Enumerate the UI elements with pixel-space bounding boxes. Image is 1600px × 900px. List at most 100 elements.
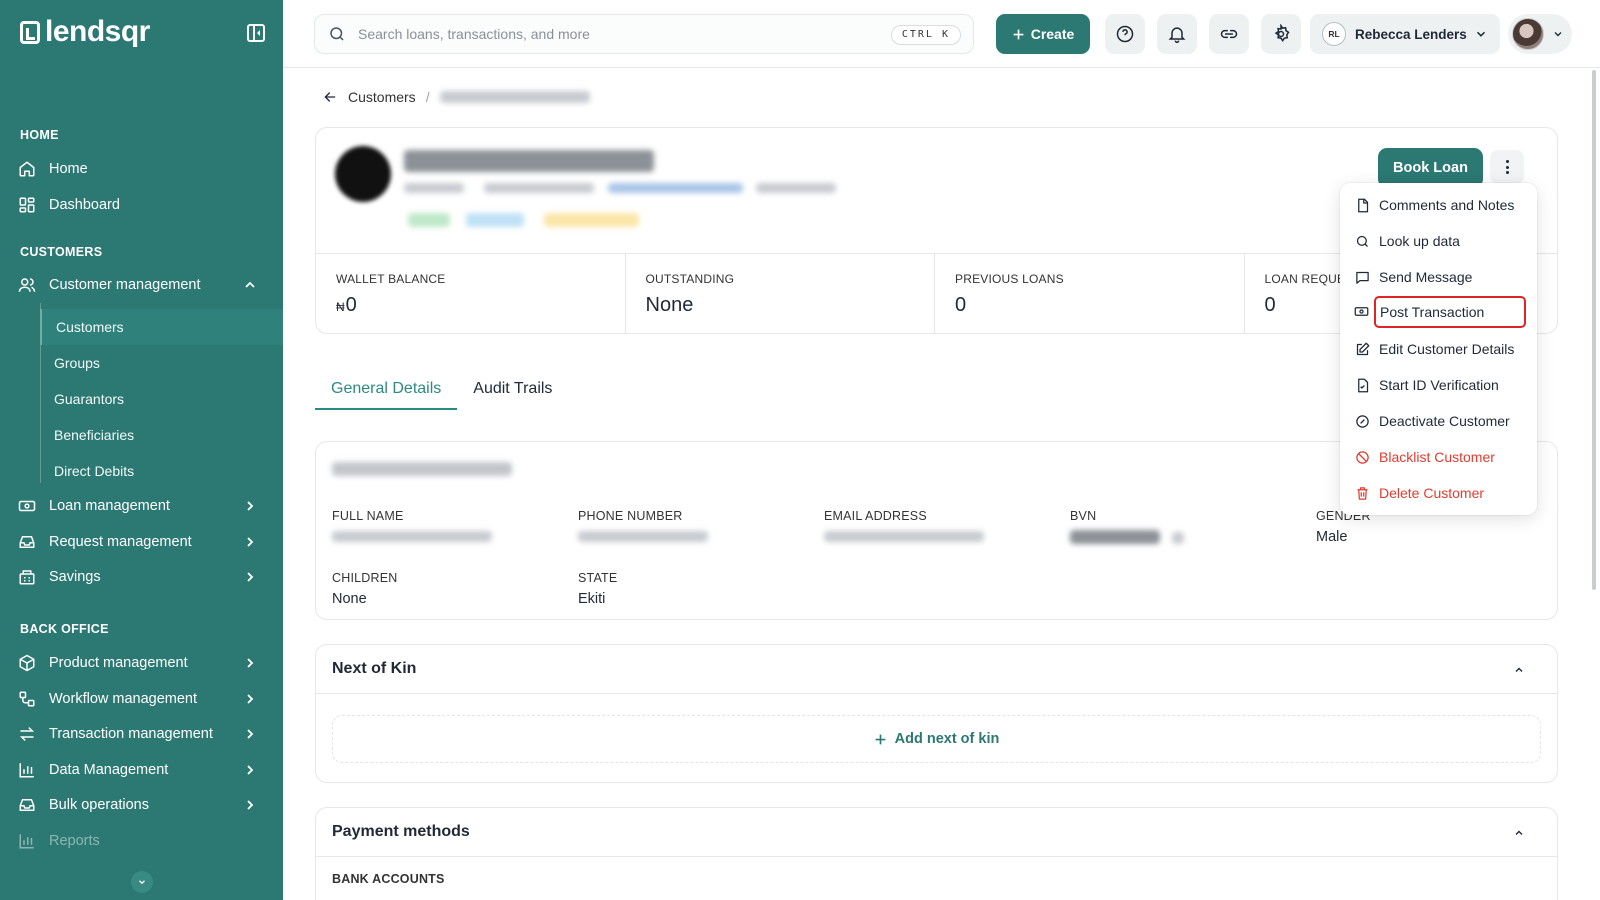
organization-switcher[interactable]: RL Rebecca Lenders: [1310, 14, 1500, 54]
sidebar-item-home[interactable]: Home: [18, 153, 268, 185]
plus-icon: [875, 734, 885, 744]
sidebar-item-data-management[interactable]: Data Management: [18, 754, 268, 786]
message-icon: [1354, 269, 1370, 285]
menu-item-post-transaction[interactable]: Post Transaction: [1374, 296, 1526, 328]
field-label: BVN: [1070, 509, 1097, 523]
copy-icon[interactable]: [1172, 532, 1185, 544]
menu-item-comments-and-notes[interactable]: Comments and Notes: [1354, 189, 1528, 221]
link-icon: [1220, 29, 1238, 39]
notifications-button[interactable]: [1157, 14, 1197, 54]
book-loan-button[interactable]: Book Loan: [1378, 148, 1483, 188]
avatar: [1512, 18, 1544, 50]
menu-item-delete-customer[interactable]: Delete Customer: [1354, 477, 1528, 509]
next-of-kin-card: Next of Kin Add next of kin: [315, 644, 1558, 783]
sidebar-item-savings[interactable]: Savings: [18, 561, 268, 593]
sidebar-scroll-down-button[interactable]: [131, 871, 153, 893]
chevron-down-icon: [1476, 31, 1486, 37]
profile-menu-button[interactable]: [1508, 14, 1572, 54]
menu-item-look-up-data[interactable]: Look up data: [1354, 225, 1528, 257]
full-name-redacted: [332, 531, 492, 542]
user-initials-badge: RL: [1322, 22, 1346, 46]
box-icon: [18, 654, 36, 672]
chevron-right-icon: [247, 729, 254, 739]
menu-item-edit-customer-details[interactable]: Edit Customer Details: [1354, 333, 1528, 365]
menu-item-deactivate-customer[interactable]: Deactivate Customer: [1354, 405, 1528, 437]
global-search[interactable]: CTRL K: [314, 14, 974, 54]
workflow-icon: [18, 690, 36, 708]
customer-actions-menu: Comments and Notes Look up data Send Mes…: [1340, 183, 1537, 515]
sidebar-item-product-management[interactable]: Product management: [18, 647, 268, 679]
settings-button[interactable]: [1261, 14, 1301, 54]
menu-item-send-message[interactable]: Send Message: [1354, 261, 1528, 293]
field-value: Male: [1316, 529, 1348, 545]
customer-email-redacted: [608, 183, 743, 193]
payment-methods-header[interactable]: Payment methods: [316, 808, 1557, 857]
edit-icon: [1354, 341, 1370, 357]
sidebar-item-label: Request management: [49, 534, 192, 550]
sidebar-item-workflow-management[interactable]: Workflow management: [18, 683, 268, 715]
sidebar-item-request-management[interactable]: Request management: [18, 526, 268, 558]
chevron-right-icon: [247, 572, 254, 582]
sidebar-subitem-beneficiaries[interactable]: Beneficiaries: [40, 417, 283, 453]
next-of-kin-header[interactable]: Next of Kin: [316, 645, 1557, 694]
bank-accounts-label: BANK ACCOUNTS: [332, 872, 445, 886]
loan-icon: [18, 497, 36, 515]
menu-item-label: Deactivate Customer: [1379, 413, 1510, 429]
create-button-label: Create: [1030, 26, 1075, 42]
menu-item-label: Comments and Notes: [1379, 197, 1515, 213]
field-label: PHONE NUMBER: [578, 509, 683, 523]
add-next-of-kin-button[interactable]: Add next of kin: [332, 715, 1541, 763]
breadcrumb: Customers /: [322, 89, 590, 105]
menu-item-start-id-verification[interactable]: Start ID Verification: [1354, 369, 1528, 401]
sidebar-subitem-customers[interactable]: Customers: [40, 309, 283, 345]
menu-item-blacklist-customer[interactable]: Blacklist Customer: [1354, 441, 1528, 473]
chevron-right-icon: [247, 501, 254, 511]
bell-icon: [1168, 27, 1186, 44]
field-state: STATE Ekiti: [578, 571, 617, 607]
breadcrumb-customers-link[interactable]: Customers: [348, 89, 416, 105]
field-phone-number: PHONE NUMBER: [578, 509, 708, 547]
sidebar-item-loan-management[interactable]: Loan management: [18, 490, 268, 522]
collapse-sidebar-icon[interactable]: [247, 24, 265, 42]
help-button[interactable]: [1105, 14, 1145, 54]
sidebar-item-transaction-management[interactable]: Transaction management: [18, 718, 268, 750]
dashboard-icon: [18, 196, 36, 214]
create-button[interactable]: Create: [996, 14, 1090, 54]
sidebar-item-label: Bulk operations: [49, 797, 149, 813]
menu-item-label: Edit Customer Details: [1379, 341, 1515, 357]
field-children: CHILDREN None: [332, 571, 398, 607]
currency-symbol: ₦: [336, 300, 345, 314]
breadcrumb-separator: /: [425, 89, 430, 105]
sidebar-item-bulk-operations[interactable]: Bulk operations: [18, 789, 268, 821]
logo[interactable]: lendsqr: [20, 17, 150, 47]
sidebar-item-customer-management[interactable]: Customer management: [18, 269, 268, 301]
inbox-icon: [18, 533, 36, 551]
chevron-up-icon: [1515, 667, 1523, 672]
field-label: FULL NAME: [332, 509, 404, 523]
field-value: Ekiti: [578, 591, 606, 607]
tab-general-details[interactable]: General Details: [315, 372, 458, 410]
logo-text: lendsqr: [45, 15, 150, 48]
sidebar-subitem-groups[interactable]: Groups: [40, 345, 283, 381]
search-input[interactable]: [358, 26, 878, 42]
links-button[interactable]: [1209, 14, 1249, 54]
more-actions-button[interactable]: [1490, 150, 1524, 184]
sidebar-subitem-guarantors[interactable]: Guarantors: [40, 381, 283, 417]
sidebar-item-label: Workflow management: [49, 691, 198, 707]
detail-tabs: General Details Audit Trails: [315, 372, 568, 410]
sidebar-subitem-direct-debits[interactable]: Direct Debits: [40, 453, 283, 489]
sidebar-item-label: Savings: [49, 569, 101, 585]
tab-audit-trails[interactable]: Audit Trails: [457, 372, 568, 410]
sidebar-item-label: Reports: [49, 833, 100, 849]
stat-value: ₦0: [336, 294, 625, 317]
stat-label: PREVIOUS LOANS: [955, 272, 1064, 286]
sidebar-item-label: Product management: [49, 655, 188, 671]
add-next-of-kin-label: Add next of kin: [894, 731, 1000, 747]
sidebar-item-reports[interactable]: Reports: [18, 825, 268, 857]
scrollbar-thumb[interactable]: [1592, 70, 1596, 590]
field-email-address: EMAIL ADDRESS: [824, 509, 984, 547]
gear-icon: [1274, 24, 1290, 43]
page-scrollbar[interactable]: [1590, 70, 1598, 590]
back-arrow-icon[interactable]: [322, 89, 338, 105]
sidebar-item-dashboard[interactable]: Dashboard: [18, 189, 268, 221]
